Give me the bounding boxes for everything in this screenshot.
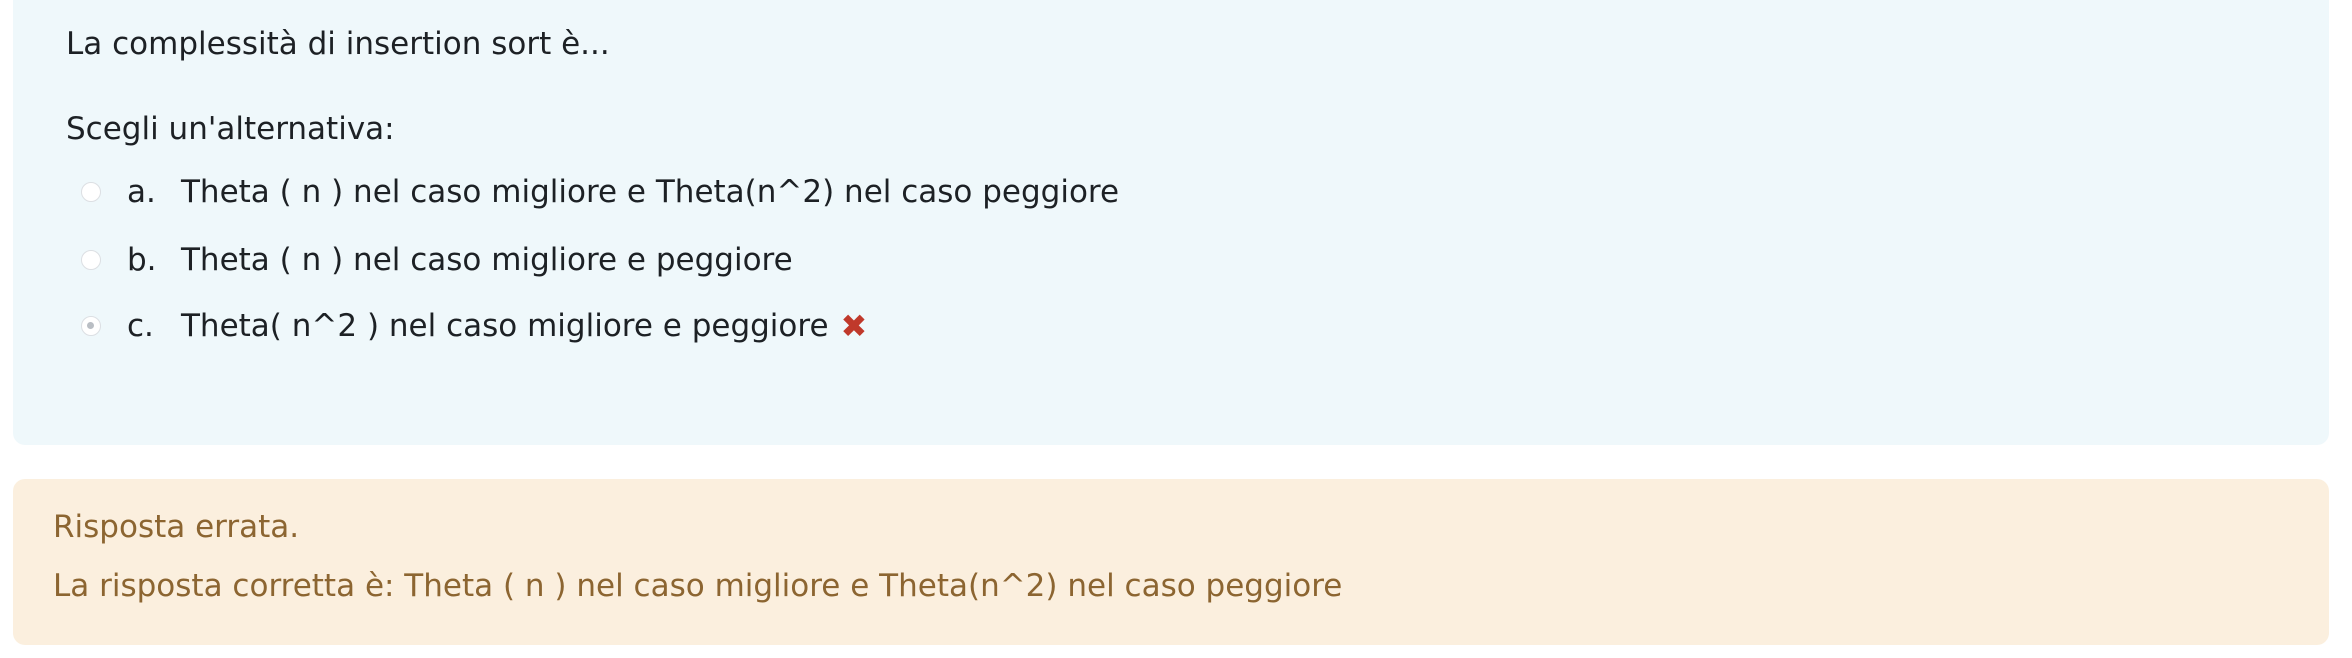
answer-option-c[interactable]: c. Theta( n^2 ) nel caso migliore e pegg… bbox=[81, 302, 867, 350]
feedback-panel: Risposta errata. La risposta corretta è:… bbox=[13, 479, 2329, 645]
answer-letter: a. bbox=[127, 174, 156, 210]
radio-button-b[interactable] bbox=[81, 250, 101, 270]
answer-label[interactable]: Theta ( n ) nel caso migliore e peggiore bbox=[181, 242, 793, 278]
answer-prompt: Scegli un'alternativa: bbox=[66, 111, 395, 147]
question-panel: La complessità di insertion sort è... Sc… bbox=[13, 0, 2329, 445]
answer-letter: c. bbox=[127, 308, 154, 344]
answer-label[interactable]: Theta( n^2 ) nel caso migliore e peggior… bbox=[181, 308, 829, 344]
radio-button-c[interactable] bbox=[81, 316, 101, 336]
question-text: La complessità di insertion sort è... bbox=[66, 26, 610, 62]
correct-answer-text: La risposta corretta è: Theta ( n ) nel … bbox=[53, 568, 1343, 604]
radio-button-a[interactable] bbox=[81, 182, 101, 202]
answer-option-a[interactable]: a. Theta ( n ) nel caso migliore e Theta… bbox=[81, 168, 1119, 216]
answer-option-b[interactable]: b. Theta ( n ) nel caso migliore e peggi… bbox=[81, 236, 793, 284]
cross-icon: ✖ bbox=[840, 307, 868, 345]
feedback-status: Risposta errata. bbox=[53, 509, 300, 545]
answer-letter: b. bbox=[127, 242, 157, 278]
answer-label[interactable]: Theta ( n ) nel caso migliore e Theta(n^… bbox=[181, 174, 1119, 210]
